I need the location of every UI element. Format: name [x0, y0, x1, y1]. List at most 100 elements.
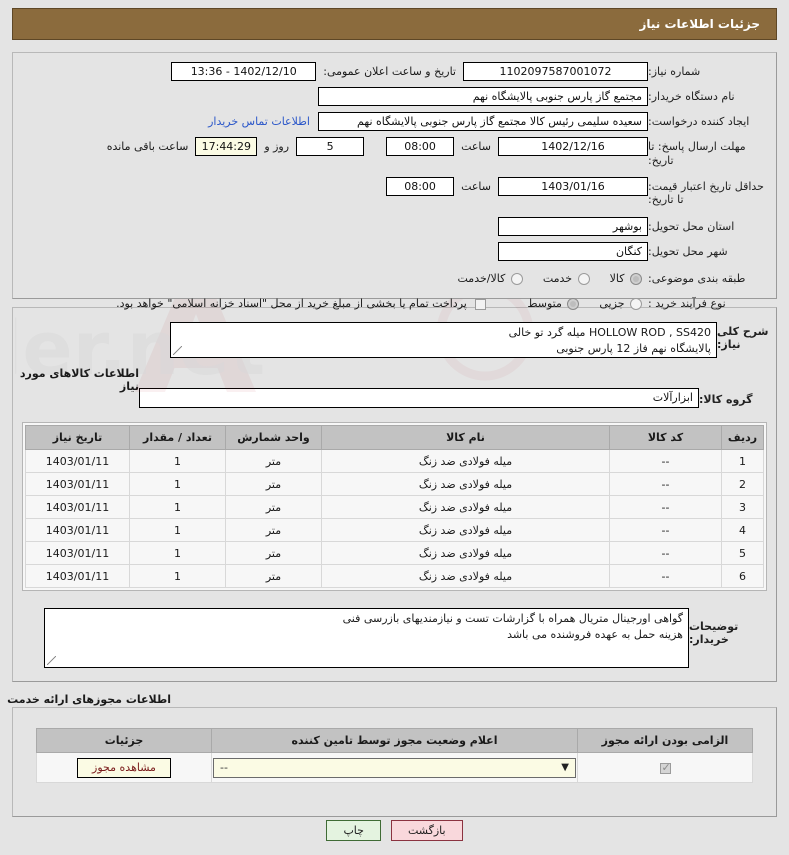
- goods-col-radif: ردیف: [721, 425, 764, 450]
- process-option-jozei-label: جزیی: [599, 297, 625, 310]
- treasury-text: پرداخت تمام یا بخشی از مبلغ خرید از محل …: [116, 297, 467, 310]
- radio-icon-khedmat[interactable]: [577, 273, 590, 285]
- remaining-label: ساعت باقی مانده: [106, 140, 189, 153]
- checkbox-icon-treasury[interactable]: [475, 298, 487, 310]
- print-button[interactable]: چاپ: [326, 820, 381, 841]
- cell-code: --: [609, 541, 722, 565]
- permits-col-status: اعلام وضعیت مجوز توسط تامین کننده: [211, 728, 578, 753]
- goods-col-qty: تعداد / مقدار: [129, 425, 226, 450]
- buyer-org-value: مجتمع گاز پارس جنوبی پالایشگاه نهم: [318, 87, 648, 106]
- buyer-notes-line-1: گواهی اورجینال متریال همراه با گزارشات ت…: [342, 612, 683, 625]
- radio-icon-kala[interactable]: [630, 273, 642, 285]
- table-row[interactable]: 2 -- میله فولادی ضد زنگ متر 1 1403/01/11: [25, 472, 764, 496]
- days-label: روز و: [264, 140, 290, 153]
- cell-unit: متر: [225, 518, 322, 542]
- permit-status-cell: ▼ --: [211, 752, 578, 783]
- permit-status-select[interactable]: ▼ --: [213, 757, 576, 778]
- cell-unit: متر: [225, 564, 322, 588]
- deadline-hour: 08:00: [386, 137, 455, 156]
- province-label: استان محل تحویل:: [648, 220, 735, 233]
- cell-qty: 1: [129, 564, 226, 588]
- price-valid-date: 1403/01/16: [498, 176, 648, 196]
- category-option-khedmat[interactable]: خدمت: [543, 269, 596, 288]
- cell-date: 1403/01/11: [25, 472, 130, 496]
- radio-icon-motavasset[interactable]: [567, 298, 580, 310]
- cell-name: میله فولادی ضد زنگ: [321, 541, 610, 565]
- buyer-notes-textarea[interactable]: گواهی اورجینال متریال همراه با گزارشات ت…: [44, 608, 689, 668]
- cell-qty: 1: [129, 541, 226, 565]
- days-remaining: 5: [296, 137, 365, 156]
- radio-icon-kala-khedmat[interactable]: [510, 273, 523, 285]
- process-option-motavasset[interactable]: متوسط: [527, 294, 585, 313]
- category-option-kala-khedmat[interactable]: کالا/خدمت: [458, 269, 529, 288]
- row-category: طبقه بندی موضوعی: کالا خدمت کالا/خدمت: [13, 269, 776, 288]
- table-row[interactable]: 3 -- میله فولادی ضد زنگ متر 1 1403/01/11: [25, 495, 764, 519]
- table-row: ▼ -- مشاهده مجوز: [36, 752, 753, 783]
- cell-name: میله فولادی ضد زنگ: [321, 564, 610, 588]
- row-price-validity: حداقل تاریخ اعتبار قیمت: تا تاریخ: 1403/…: [13, 176, 776, 208]
- cell-qty: 1: [129, 518, 226, 542]
- treasury-checkbox-wrap[interactable]: پرداخت تمام یا بخشی از مبلغ خرید از محل …: [116, 294, 491, 313]
- summary-line-1: HOLLOW ROD , SS420 میله گرد تو خالی: [508, 326, 711, 339]
- cell-radif: 6: [721, 564, 764, 588]
- goods-table-body: 1 -- میله فولادی ضد زنگ متر 1 1403/01/11…: [25, 449, 764, 588]
- permits-col-required: الزامی بودن ارائه مجوز: [577, 728, 753, 753]
- back-button[interactable]: بازگشت: [390, 820, 463, 841]
- category-label: طبقه بندی موضوعی:: [648, 272, 746, 285]
- page-header-bar: جزئیات اطلاعات نیاز: [12, 8, 777, 40]
- row-buyer-notes: توضیحات خریدار: گواهی اورجینال متریال هم…: [22, 608, 767, 668]
- buyer-contact-link[interactable]: اطلاعات تماس خریدار: [200, 112, 318, 131]
- goods-group-label: گروه کالا:: [699, 393, 753, 406]
- cell-date: 1403/01/11: [25, 541, 130, 565]
- need-number-label: شماره نیاز:: [648, 65, 701, 78]
- summary-textarea[interactable]: HOLLOW ROD , SS420 میله گرد تو خالی پالا…: [170, 322, 717, 358]
- goods-col-name: نام کالا: [321, 425, 610, 450]
- cell-qty: 1: [129, 472, 226, 496]
- goods-table: ردیف کد کالا نام کالا واحد شمارش تعداد /…: [25, 425, 764, 588]
- cell-unit: متر: [225, 472, 322, 496]
- table-row[interactable]: 1 -- میله فولادی ضد زنگ متر 1 1403/01/11: [25, 449, 764, 473]
- process-option-jozei[interactable]: جزیی: [599, 294, 648, 313]
- permit-required-cell: [577, 752, 753, 783]
- table-row[interactable]: 6 -- میله فولادی ضد زنگ متر 1 1403/01/11: [25, 564, 764, 588]
- price-valid-label: حداقل تاریخ اعتبار قیمت: تا تاریخ:: [648, 179, 764, 207]
- footer-button-bar: بازگشت چاپ: [0, 820, 789, 841]
- category-option-khedmat-label: خدمت: [542, 272, 573, 285]
- price-valid-hour: 08:00: [386, 176, 455, 196]
- announce-value: 1402/12/10 - 13:36: [171, 62, 317, 81]
- buyer-notes-label: توضیحات خریدار:: [689, 620, 739, 646]
- permits-col-details: جزئیات: [36, 728, 212, 753]
- permit-status-value: --: [220, 760, 228, 774]
- goods-col-date: تاریخ نیاز: [25, 425, 130, 450]
- view-permit-button[interactable]: مشاهده مجوز: [77, 757, 171, 778]
- cell-code: --: [609, 518, 722, 542]
- creator-value: سعیده سلیمی رئیس کالا مجتمع گاز پارس جنو…: [318, 112, 648, 131]
- cell-name: میله فولادی ضد زنگ: [321, 495, 610, 519]
- page-root: AriaTender.net جزئیات اطلاعات نیاز شماره…: [0, 0, 789, 855]
- need-number-value: 1102097587001072: [463, 62, 648, 81]
- cell-code: --: [609, 472, 722, 496]
- city-label: شهر محل تحویل:: [648, 245, 728, 258]
- goods-col-code: کد کالا: [609, 425, 722, 450]
- cell-unit: متر: [225, 449, 322, 473]
- cell-code: --: [609, 449, 722, 473]
- process-option-motavasset-label: متوسط: [527, 297, 562, 310]
- category-option-kala[interactable]: کالا: [610, 269, 648, 288]
- chevron-down-icon: ▼: [561, 761, 569, 773]
- table-row[interactable]: 4 -- میله فولادی ضد زنگ متر 1 1403/01/11: [25, 518, 764, 542]
- cell-code: --: [609, 495, 722, 519]
- request-info-panel: شماره نیاز: 1102097587001072 تاریخ و ساع…: [12, 52, 777, 310]
- row-need-number: شماره نیاز: 1102097587001072 تاریخ و ساع…: [13, 62, 776, 81]
- table-row[interactable]: 5 -- میله فولادی ضد زنگ متر 1 1403/01/11: [25, 541, 764, 565]
- summary-row: شرح کلی نیاز: HOLLOW ROD , SS420 میله گر…: [12, 322, 777, 358]
- summary-label: شرح کلی نیاز:: [717, 325, 769, 351]
- category-option-kala-label: کالا: [609, 272, 625, 285]
- row-province: استان محل تحویل: بوشهر: [13, 217, 776, 236]
- radio-icon-jozei[interactable]: [630, 298, 642, 310]
- cell-date: 1403/01/11: [25, 449, 130, 473]
- cell-radif: 5: [721, 541, 764, 565]
- summary-line-2: پالایشگاه نهم فاز 12 پارس جنوبی: [556, 341, 711, 355]
- permits-table-body: ▼ -- مشاهده مجوز: [36, 752, 753, 783]
- row-deadline: مهلت ارسال پاسخ: تا تاریخ: 1402/12/16 سا…: [13, 137, 776, 168]
- cell-name: میله فولادی ضد زنگ: [321, 449, 610, 473]
